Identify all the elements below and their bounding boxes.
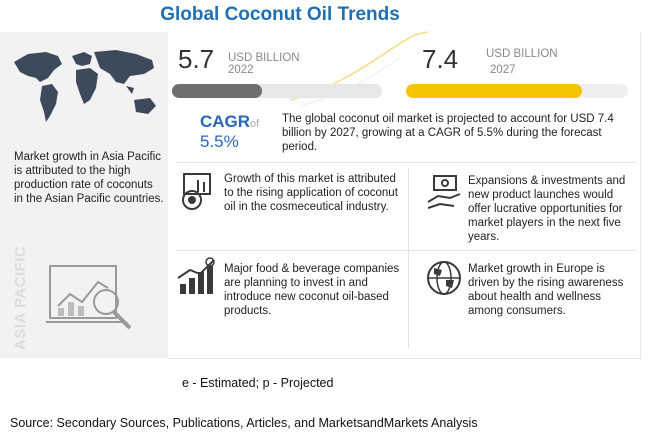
cagr-of: of (250, 118, 260, 130)
source-text: Source: Secondary Sources, Publications,… (10, 416, 478, 430)
cagr-description: The global coconut oil market is project… (282, 113, 614, 153)
magnifier-chart-icon (46, 265, 132, 330)
highlight-1-text: Growth of this market is attributed to t… (224, 173, 398, 213)
asia-pacific-label: ASIA PACIFIC (12, 245, 29, 350)
growth-chart-icon (177, 257, 215, 294)
cagr-label: CAGR (200, 112, 251, 131)
highlight-4-text: Market growth in Europe is driven by the… (468, 263, 624, 317)
divider-middle (176, 250, 636, 251)
money-hand-icon (427, 175, 461, 209)
highlight-2-text: Expansions & investments and new product… (468, 175, 626, 243)
bar-2027-fill (406, 84, 582, 98)
bar-2022-fill (172, 84, 262, 98)
footnote: e - Estimated; p - Projected (182, 376, 334, 390)
asia-pacific-text: Market growth in Asia Pacific is attribu… (14, 151, 164, 205)
divider-vertical (408, 168, 409, 348)
highlight-3-text: Major food & beverage companies are plan… (224, 263, 400, 317)
year-2022: 2022 (228, 64, 254, 76)
divider-top (176, 162, 636, 163)
growth-swoosh-icon (290, 31, 429, 107)
coconut-oil-icon (182, 173, 211, 210)
value-2022: 5.7 (178, 44, 215, 74)
year-2027: 2027 (490, 64, 516, 76)
world-map-icon (14, 50, 156, 122)
unit-2022: USD BILLION (228, 52, 300, 64)
globe-icon (427, 261, 461, 295)
cagr-value: 5.5% (200, 132, 239, 151)
page-title: Global Coconut Oil Trends (160, 4, 400, 25)
unit-2027: USD BILLION (486, 48, 558, 60)
